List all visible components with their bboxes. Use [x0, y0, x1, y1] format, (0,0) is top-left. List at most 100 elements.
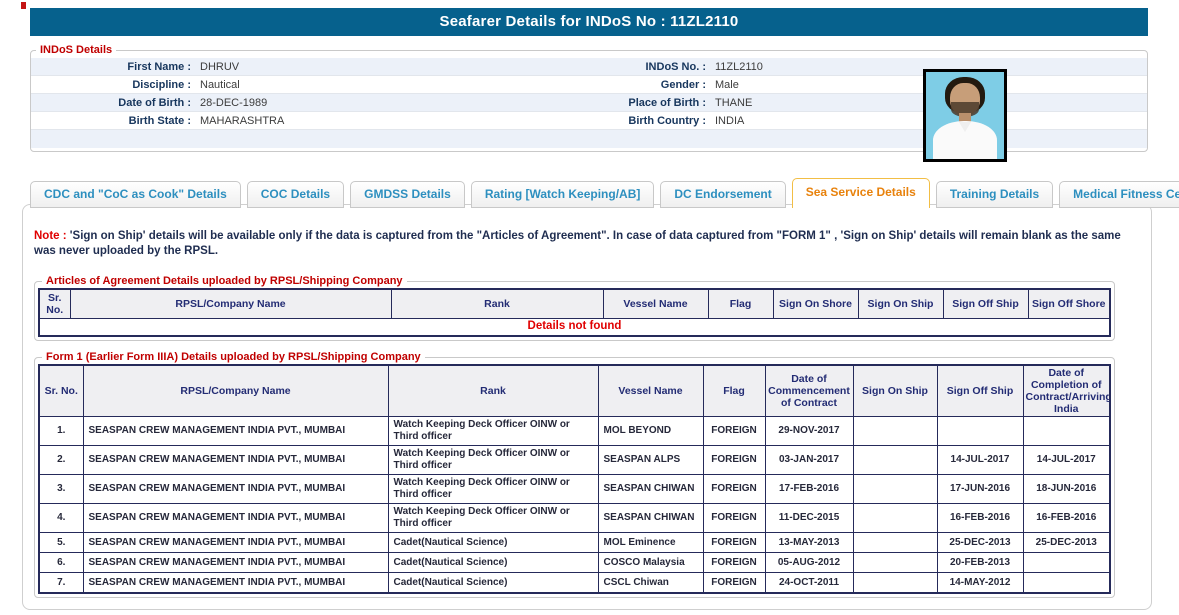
col-rank: Rank [391, 289, 603, 319]
table-row: 7. SEASPAN CREW MANAGEMENT INDIA PVT., M… [39, 573, 1110, 593]
cell-sign-off-ship: 20-FEB-2013 [937, 553, 1023, 573]
tab-gmdss-details[interactable]: GMDSS Details [350, 181, 465, 208]
tab-rating-watch-keeping-ab[interactable]: Rating [Watch Keeping/AB] [471, 181, 655, 208]
cell-sign-on-ship [853, 446, 937, 475]
indos-no-label: INDoS No. : [556, 58, 711, 76]
cell-date-of-commencement: 13-MAY-2013 [765, 533, 853, 553]
cell-sign-on-ship [853, 533, 937, 553]
cell-company-name: SEASPAN CREW MANAGEMENT INDIA PVT., MUMB… [83, 504, 388, 533]
cell-vessel-name: CSCL Chiwan [598, 573, 703, 593]
artifact-mark [21, 2, 26, 9]
table-row: 1. SEASPAN CREW MANAGEMENT INDIA PVT., M… [39, 417, 1110, 446]
cell-date-of-completion [1023, 573, 1110, 593]
cell-flag: FOREIGN [703, 446, 765, 475]
col-rpsl-company-name: RPSL/Company Name [83, 365, 388, 417]
cell-sign-on-ship [853, 573, 937, 593]
birth-state-value: MAHARASHTRA [196, 112, 556, 130]
cell-rank: Cadet(Nautical Science) [388, 553, 598, 573]
cell-sr-no: 6. [39, 553, 83, 573]
col-rpsl-company-name: RPSL/Company Name [70, 289, 391, 319]
col-sr-no: Sr. No. [39, 289, 70, 319]
cell-rank: Watch Keeping Deck Officer OINW or Third… [388, 475, 598, 504]
place-of-birth-label: Place of Birth : [556, 94, 711, 112]
col-sign-on-shore: Sign On Shore [773, 289, 858, 319]
gender-label: Gender : [556, 76, 711, 94]
cell-date-of-completion [1023, 417, 1110, 446]
articles-table: Sr. No. RPSL/Company Name Rank Vessel Na… [38, 288, 1111, 337]
cell-rank: Watch Keeping Deck Officer OINW or Third… [388, 417, 598, 446]
indos-details-legend: INDoS Details [36, 44, 116, 56]
first-name-label: First Name : [31, 58, 196, 76]
col-flag: Flag [708, 289, 773, 319]
cell-company-name: SEASPAN CREW MANAGEMENT INDIA PVT., MUMB… [83, 573, 388, 593]
cell-date-of-completion: 18-JUN-2016 [1023, 475, 1110, 504]
cell-sign-off-ship: 25-DEC-2013 [937, 533, 1023, 553]
note-body: 'Sign on Ship' details will be available… [34, 230, 1121, 257]
cell-vessel-name: MOL Eminence [598, 533, 703, 553]
cell-sr-no: 1. [39, 417, 83, 446]
birth-country-label: Birth Country : [556, 112, 711, 130]
cell-date-of-completion [1023, 553, 1110, 573]
cell-sign-on-ship [853, 417, 937, 446]
cell-sr-no: 4. [39, 504, 83, 533]
seafarer-details-page: Seafarer Details for INDoS No : 11ZL2110… [0, 0, 1179, 615]
articles-legend: Articles of Agreement Details uploaded b… [42, 275, 407, 287]
table-row: 6. SEASPAN CREW MANAGEMENT INDIA PVT., M… [39, 553, 1110, 573]
cell-sign-on-ship [853, 475, 937, 504]
cell-sr-no: 5. [39, 533, 83, 553]
cell-date-of-commencement: 05-AUG-2012 [765, 553, 853, 573]
table-row: 2. SEASPAN CREW MANAGEMENT INDIA PVT., M… [39, 446, 1110, 475]
cell-sr-no: 3. [39, 475, 83, 504]
seafarer-photo [923, 69, 1007, 162]
col-rank: Rank [388, 365, 598, 417]
cell-rank: Cadet(Nautical Science) [388, 533, 598, 553]
cell-vessel-name: SEASPAN ALPS [598, 446, 703, 475]
cell-date-of-commencement: 11-DEC-2015 [765, 504, 853, 533]
cell-date-of-commencement: 03-JAN-2017 [765, 446, 853, 475]
articles-header-row: Sr. No. RPSL/Company Name Rank Vessel Na… [39, 289, 1110, 319]
cell-date-of-commencement: 24-OCT-2011 [765, 573, 853, 593]
col-vessel-name: Vessel Name [603, 289, 708, 319]
cell-date-of-completion: 25-DEC-2013 [1023, 533, 1110, 553]
indos-details-section: INDoS Details First Name : DHRUV INDoS N… [30, 44, 1148, 152]
cell-vessel-name: MOL BEYOND [598, 417, 703, 446]
tab-medical-fitness-certificate[interactable]: Medical Fitness Certificate [1059, 181, 1179, 208]
tab-bar: CDC and "CoC as Cook" Details COC Detail… [30, 178, 1179, 208]
table-row: 3. SEASPAN CREW MANAGEMENT INDIA PVT., M… [39, 475, 1110, 504]
discipline-label: Discipline : [31, 76, 196, 94]
tab-sea-service-details[interactable]: Sea Service Details [792, 178, 930, 208]
col-sign-off-shore: Sign Off Shore [1028, 289, 1110, 319]
cell-flag: FOREIGN [703, 573, 765, 593]
col-sr-no: Sr. No. [39, 365, 83, 417]
tab-coc-details[interactable]: COC Details [247, 181, 344, 208]
form1-legend: Form 1 (Earlier Form IIIA) Details uploa… [42, 351, 425, 363]
cell-rank: Watch Keeping Deck Officer OINW or Third… [388, 446, 598, 475]
tab-cdc-coc-as-cook-details[interactable]: CDC and "CoC as Cook" Details [30, 181, 241, 208]
cell-flag: FOREIGN [703, 417, 765, 446]
cell-sign-on-ship [853, 504, 937, 533]
empty-row: Details not found [39, 319, 1110, 336]
cell-sign-off-ship: 17-JUN-2016 [937, 475, 1023, 504]
cell-vessel-name: COSCO Malaysia [598, 553, 703, 573]
form1-table: Sr. No. RPSL/Company Name Rank Vessel Na… [38, 364, 1111, 594]
col-date-of-commencement: Date of Commencement of Contract [765, 365, 853, 417]
form1-table-body: 1. SEASPAN CREW MANAGEMENT INDIA PVT., M… [39, 417, 1110, 593]
cell-company-name: SEASPAN CREW MANAGEMENT INDIA PVT., MUMB… [83, 533, 388, 553]
cell-sign-off-ship: 14-JUL-2017 [937, 446, 1023, 475]
form1-section: Form 1 (Earlier Form IIIA) Details uploa… [34, 351, 1115, 598]
col-vessel-name: Vessel Name [598, 365, 703, 417]
cell-vessel-name: SEASPAN CHIWAN [598, 475, 703, 504]
details-not-found-message: Details not found [39, 319, 1110, 336]
cell-rank: Watch Keeping Deck Officer OINW or Third… [388, 504, 598, 533]
cell-sign-off-ship: 16-FEB-2016 [937, 504, 1023, 533]
tab-training-details[interactable]: Training Details [936, 181, 1053, 208]
cell-flag: FOREIGN [703, 475, 765, 504]
col-sign-off-ship: Sign Off Ship [943, 289, 1028, 319]
discipline-value: Nautical [196, 76, 556, 94]
date-of-birth-label: Date of Birth : [31, 94, 196, 112]
cell-sr-no: 2. [39, 446, 83, 475]
cell-date-of-completion: 14-JUL-2017 [1023, 446, 1110, 475]
date-of-birth-value: 28-DEC-1989 [196, 94, 556, 112]
tab-dc-endorsement[interactable]: DC Endorsement [660, 181, 785, 208]
col-sign-on-ship: Sign On Ship [858, 289, 943, 319]
